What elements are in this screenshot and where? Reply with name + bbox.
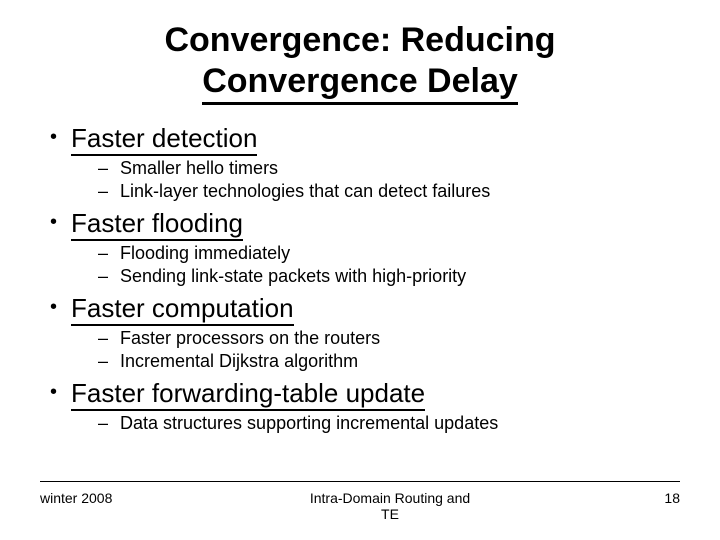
dash-icon: – xyxy=(98,413,108,434)
title-line-2: Convergence Delay xyxy=(40,61,680,105)
sub-bullet-item: –Flooding immediately xyxy=(98,243,680,264)
slide-footer: winter 2008 Intra-Domain Routing and TE … xyxy=(0,490,720,522)
slide-title: Convergence: Reducing Convergence Delay xyxy=(40,20,680,105)
footer-subject: Intra-Domain Routing and TE xyxy=(140,490,640,522)
bullet-text: Faster computation xyxy=(71,293,294,326)
footer-page-number: 18 xyxy=(640,490,680,506)
bullet-text: Faster flooding xyxy=(71,208,243,241)
sub-bullet-text: Incremental Dijkstra algorithm xyxy=(120,351,358,372)
dash-icon: – xyxy=(98,351,108,372)
dash-icon: – xyxy=(98,243,108,264)
sub-bullet-item: –Data structures supporting incremental … xyxy=(98,413,680,434)
slide: Convergence: Reducing Convergence Delay … xyxy=(0,0,720,434)
dash-icon: – xyxy=(98,266,108,287)
footer-center-line-2: TE xyxy=(140,506,640,522)
bullet-dot-icon: • xyxy=(50,378,57,406)
sub-bullet-text: Data structures supporting incremental u… xyxy=(120,413,498,434)
dash-icon: – xyxy=(98,181,108,202)
sub-bullet-text: Flooding immediately xyxy=(120,243,290,264)
bullet-item: • Faster detection xyxy=(50,123,680,156)
bullet-text: Faster forwarding-table update xyxy=(71,378,425,411)
bullet-text: Faster detection xyxy=(71,123,257,156)
dash-icon: – xyxy=(98,158,108,179)
bullet-dot-icon: • xyxy=(50,123,57,151)
bullet-dot-icon: • xyxy=(50,293,57,321)
title-line-1: Convergence: Reducing xyxy=(40,20,680,61)
footer-divider xyxy=(40,481,680,482)
dash-icon: – xyxy=(98,328,108,349)
bullet-item: • Faster computation xyxy=(50,293,680,326)
sub-bullet-text: Smaller hello timers xyxy=(120,158,278,179)
bullet-item: • Faster forwarding-table update xyxy=(50,378,680,411)
sub-bullet-item: –Incremental Dijkstra algorithm xyxy=(98,351,680,372)
sub-bullet-text: Link-layer technologies that can detect … xyxy=(120,181,490,202)
sub-bullet-item: –Smaller hello timers xyxy=(98,158,680,179)
sub-bullet-item: –Link-layer technologies that can detect… xyxy=(98,181,680,202)
footer-date: winter 2008 xyxy=(40,490,140,506)
bullet-dot-icon: • xyxy=(50,208,57,236)
sub-bullet-item: –Sending link-state packets with high-pr… xyxy=(98,266,680,287)
sub-bullet-item: –Faster processors on the routers xyxy=(98,328,680,349)
footer-center-line-1: Intra-Domain Routing and xyxy=(140,490,640,506)
bullet-item: • Faster flooding xyxy=(50,208,680,241)
content-area: • Faster detection –Smaller hello timers… xyxy=(40,123,680,434)
sub-bullet-text: Sending link-state packets with high-pri… xyxy=(120,266,466,287)
sub-bullet-text: Faster processors on the routers xyxy=(120,328,380,349)
title-underline-text: Convergence Delay xyxy=(202,61,518,105)
